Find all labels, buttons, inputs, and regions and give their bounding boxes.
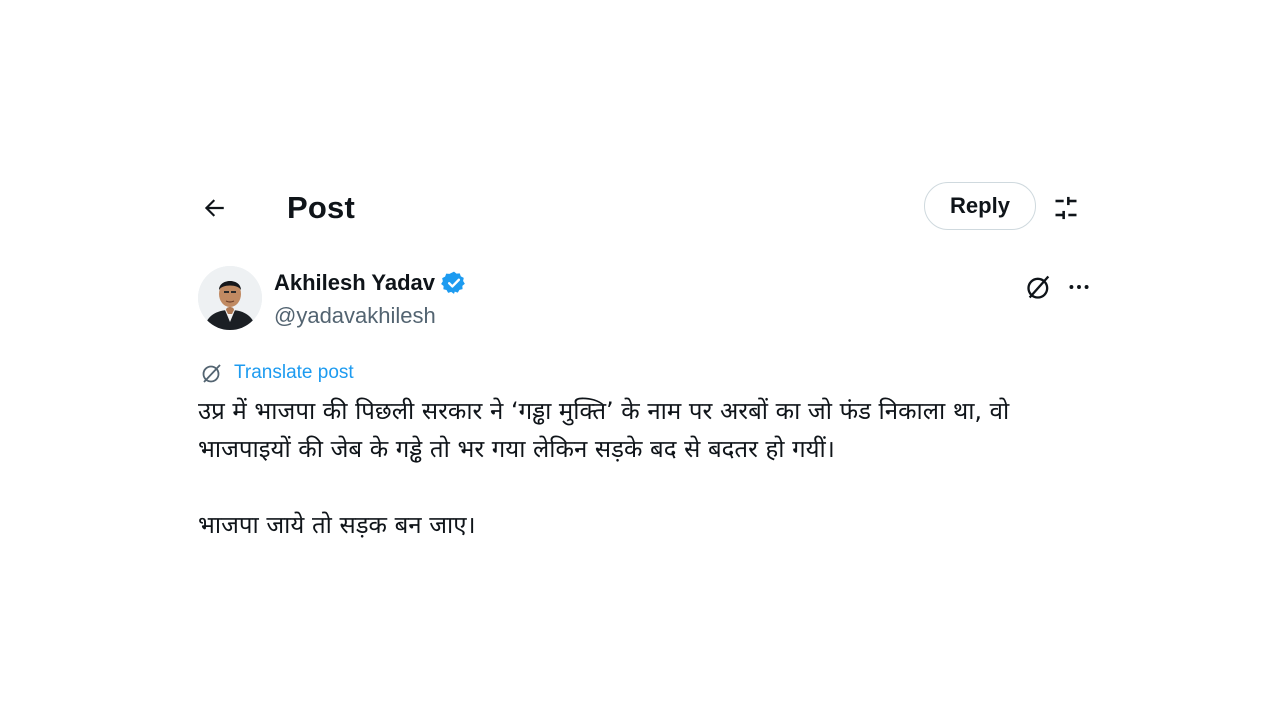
author-row: Akhilesh Yadav @yadavakhilesh (198, 266, 1098, 336)
author-name-wrap: Akhilesh Yadav (274, 268, 467, 298)
post-paragraph: उप्र में भाजपा की पिछली सरकार ने ‘गड्ढा … (198, 397, 1010, 463)
more-icon (1069, 285, 1089, 289)
translate-icon (202, 364, 221, 383)
arrow-left-icon (204, 199, 224, 217)
post-header: Post Reply (196, 180, 1100, 236)
grok-icon (1027, 275, 1050, 299)
avatar[interactable] (198, 266, 262, 330)
page-title: Post (287, 190, 355, 225)
grok-button[interactable] (1024, 272, 1054, 302)
post-paragraph: भाजपा जाये तो सड़क बन जाए। (198, 511, 476, 539)
reply-button[interactable]: Reply (924, 182, 1036, 230)
verified-badge-icon (441, 270, 467, 296)
author-name[interactable]: Akhilesh Yadav (274, 268, 435, 298)
translate-post-label: Translate post (234, 362, 354, 383)
translate-post-button[interactable]: Translate post (200, 360, 354, 386)
settings-button[interactable] (1048, 190, 1084, 226)
post-page: Post Reply Akhilesh Yadav @yadavakhilesh… (0, 0, 1280, 720)
avatar-image (198, 266, 262, 330)
more-options-button[interactable] (1064, 272, 1094, 302)
post-text: उप्र में भाजपा की पिछली सरकार ने ‘गड्ढा … (198, 392, 1098, 582)
sliders-icon (1055, 196, 1077, 220)
author-handle[interactable]: @yadavakhilesh (274, 301, 436, 331)
back-button[interactable] (196, 190, 232, 226)
